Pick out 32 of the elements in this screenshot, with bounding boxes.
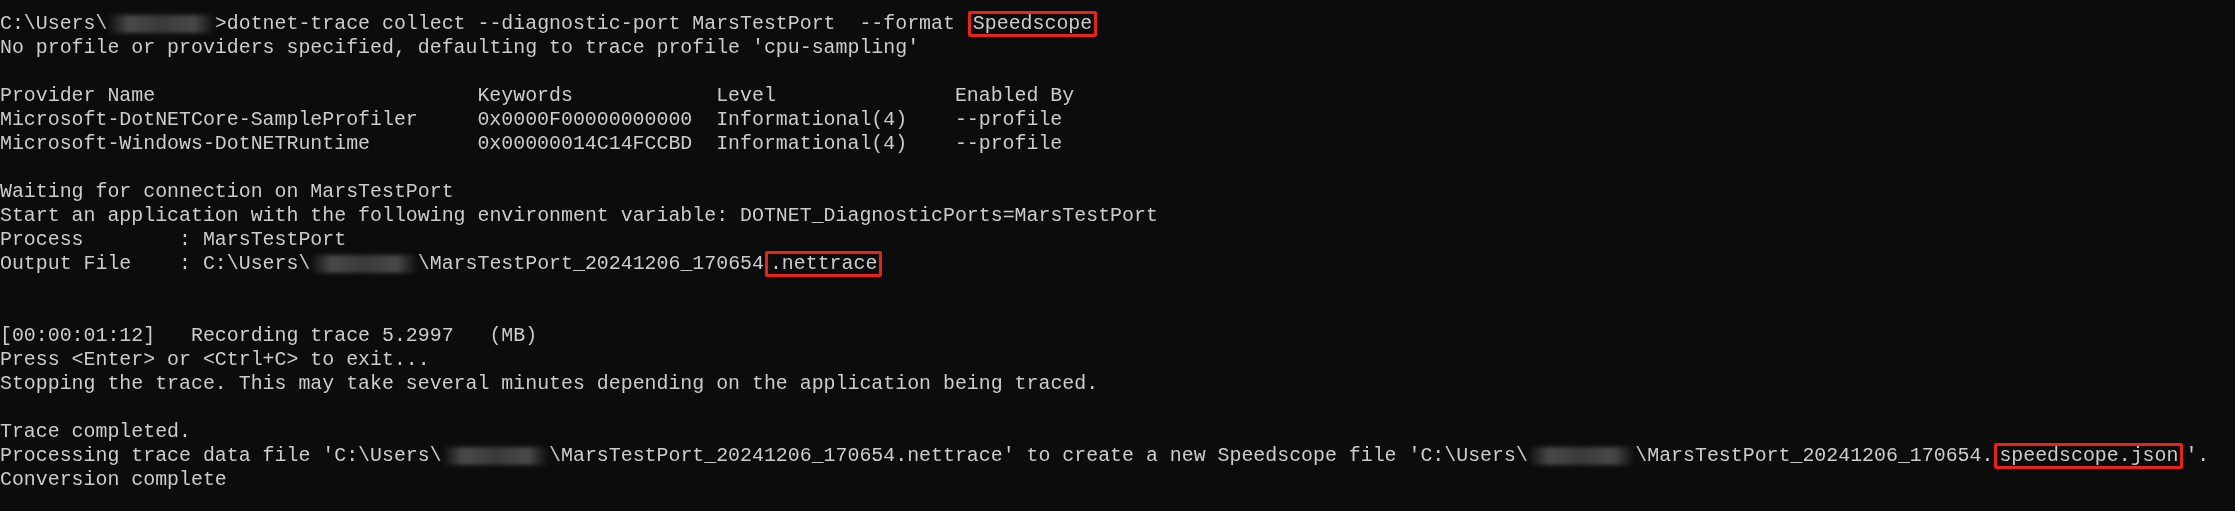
terminal-text: Processing trace data file 'C:\Users\ <box>0 444 442 468</box>
terminal-line: Trace completed. <box>0 420 191 444</box>
terminal-text: '. <box>2185 444 2210 468</box>
terminal-text: C:\Users\ <box>0 12 108 36</box>
terminal-line: Waiting for connection on MarsTestPort <box>0 180 454 204</box>
terminal-column-text: Keywords <box>477 84 574 108</box>
terminal-text: Output File : C:\Users\ <box>0 252 311 276</box>
terminal-line: No profile or providers specified, defaulting to trace profile 'cpu-sampling' <box>0 36 920 60</box>
terminal-text: >dotnet-trace collect --diagnostic-port MarsTestPort --format <box>214 12 956 36</box>
terminal-line: Stopping the trace. This may take several minutes depending on the application being traced. <box>0 372 1099 396</box>
terminal-column-text: --profile <box>954 108 1063 132</box>
highlighted-text: speedscope.json <box>1994 443 2184 469</box>
terminal-text: \MarsTestPort_20241206_170654 <box>417 252 764 276</box>
terminal-column-text: 0x0000F00000000000 <box>477 108 694 132</box>
terminal-line: Conversion complete <box>0 468 227 492</box>
terminal-column-text: Informational(4) <box>716 132 909 156</box>
terminal-column-text: Level <box>716 84 777 108</box>
highlighted-text: Speedscope <box>967 11 1098 37</box>
terminal-line: Press <Enter> or <Ctrl+C> to exit... <box>0 348 430 372</box>
terminal-line: [00:00:01:12] Recording trace 5.2997 (MB) <box>0 324 538 348</box>
terminal-text: \MarsTestPort_20241206_170654. <box>1635 444 1994 468</box>
terminal-line: Start an application with the following environment variable: DOTNET_DiagnosticPorts=MarsTestPort <box>0 204 1158 228</box>
terminal-column-text: 0x00000014C14FCCBD <box>477 132 694 156</box>
highlighted-text: .nettrace <box>764 251 883 277</box>
terminal-column-text: --profile <box>954 132 1063 156</box>
terminal-text: \MarsTestPort_20241206_170654.nettrace' to create a new Speedscope file 'C:\Users\ <box>549 444 1528 468</box>
terminal-column-text: Microsoft-Windows-DotNETRuntime <box>0 132 372 156</box>
terminal-column-text: Provider Name <box>0 84 157 108</box>
terminal-column-text: Microsoft-DotNETCore-SampleProfiler <box>0 108 419 132</box>
terminal-column-text: Enabled By <box>954 84 1075 108</box>
terminal-column-text: Informational(4) <box>716 108 909 132</box>
terminal-line: Process : MarsTestPort <box>0 228 347 252</box>
